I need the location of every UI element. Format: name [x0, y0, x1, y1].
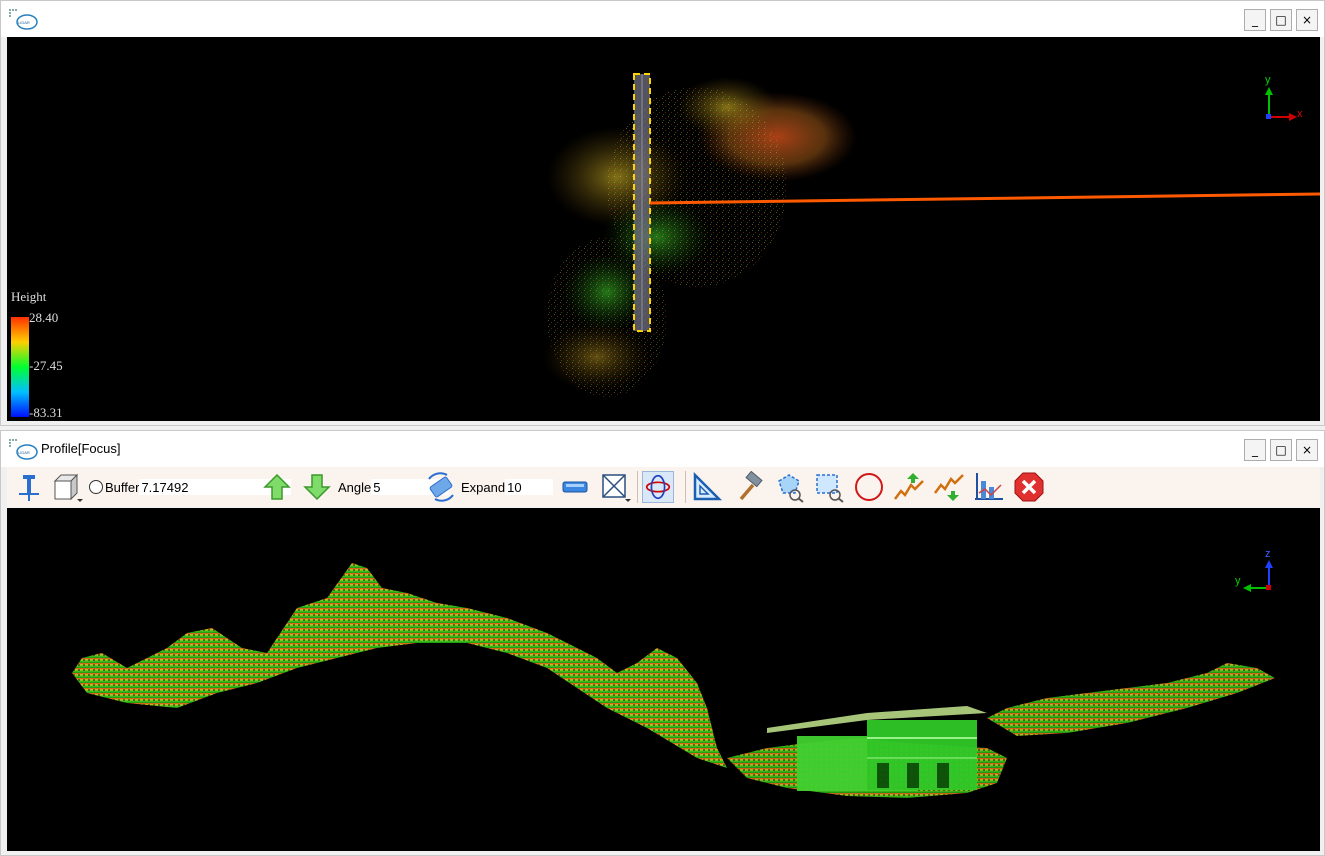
minimize-button[interactable]: _	[1244, 9, 1266, 31]
lower-button[interactable]	[933, 467, 965, 507]
circle-icon	[855, 473, 883, 501]
profile-window-title: Profile[Focus]	[41, 441, 121, 456]
profile-window-titlebar: LIDAR Profile[Focus] _ □ ×	[1, 431, 1324, 467]
hammer-button[interactable]	[733, 467, 765, 507]
axis-x-label: x	[1297, 108, 1303, 120]
maximize-button[interactable]: □	[1270, 439, 1292, 461]
chart-button[interactable]	[973, 467, 1005, 507]
rotate-icon	[428, 472, 454, 502]
minimize-button[interactable]: _	[1244, 439, 1266, 461]
chart-icon	[975, 473, 1003, 500]
pin-button[interactable]	[13, 467, 45, 507]
frame-dropdown[interactable]	[599, 467, 631, 507]
buffer-label: Buffer	[105, 479, 140, 495]
terrain-profile-left	[72, 563, 727, 768]
up-arrow-icon	[263, 473, 291, 500]
axis-z-label: z	[1265, 548, 1271, 560]
lidar-app-logo-icon: LIDAR	[9, 9, 38, 30]
axis-gizmo: y x	[1265, 74, 1303, 121]
terrain-profile-right	[987, 663, 1275, 736]
circle-select-button[interactable]	[853, 467, 885, 507]
maximize-icon: □	[1275, 443, 1287, 457]
toolbar-separator	[685, 471, 686, 503]
frame-icon	[602, 474, 631, 502]
expand-input[interactable]	[505, 479, 554, 495]
svg-text:LIDAR: LIDAR	[18, 450, 30, 455]
close-button[interactable]: ×	[1296, 9, 1318, 31]
move-up-button[interactable]	[261, 467, 293, 507]
axis-gizmo: z y	[1235, 548, 1273, 592]
profile-toolbar: Buffer Angle	[7, 467, 1320, 507]
section-rect-button[interactable]	[559, 467, 591, 507]
axis-y-label: y	[1235, 575, 1241, 587]
axis-y-label: y	[1265, 74, 1271, 86]
close-red-icon	[1014, 472, 1044, 502]
legend-title: Height	[11, 289, 47, 304]
polygon-select-button[interactable]	[773, 467, 805, 507]
measure-button[interactable]	[691, 467, 723, 507]
cube-view-icon	[53, 473, 83, 502]
top-view-window: LIDAR _ □ × y x Height 28.40 -27.45 -83.…	[0, 0, 1325, 426]
lower-icon	[934, 474, 964, 501]
top-window-titlebar: LIDAR _ □ ×	[1, 1, 1324, 37]
top-3d-viewport[interactable]: y x Height 28.40 -27.45 -83.31	[7, 37, 1320, 421]
svg-text:LIDAR: LIDAR	[18, 20, 30, 25]
rectangle-icon	[562, 481, 588, 493]
lidar-app-logo-icon: LIDAR	[9, 439, 38, 460]
view-cube-dropdown[interactable]	[51, 467, 83, 507]
toolbar-separator	[637, 471, 638, 503]
legend-min-value: -83.31	[29, 405, 63, 420]
minimize-icon: _	[1252, 13, 1258, 27]
close-icon: ×	[1301, 13, 1313, 27]
expand-label: Expand	[461, 479, 506, 495]
point-cloud-top-view: y x	[542, 73, 1320, 397]
legend-color-ramp	[11, 317, 29, 417]
maximize-icon: □	[1275, 13, 1287, 27]
close-icon: ×	[1301, 443, 1313, 457]
minimize-icon: _	[1252, 443, 1258, 457]
ruler-icon	[693, 471, 723, 501]
close-button[interactable]: ×	[1296, 439, 1318, 461]
raise-icon	[894, 473, 924, 500]
move-down-button[interactable]	[301, 467, 333, 507]
profile-viewport[interactable]: z y	[7, 508, 1320, 851]
raise-button[interactable]	[893, 467, 925, 507]
building-profile	[767, 706, 987, 791]
down-arrow-icon	[303, 474, 331, 501]
legend-max-value: 28.40	[29, 310, 59, 325]
expand-control: Expand	[459, 467, 554, 507]
polygon-select-icon	[778, 474, 804, 503]
close-profile-button[interactable]	[1013, 467, 1045, 507]
orbit-icon	[642, 471, 674, 503]
pin-icon	[19, 475, 39, 501]
legend-mid-value: -27.45	[29, 358, 63, 373]
orbit-button[interactable]	[642, 467, 674, 507]
hammer-icon	[739, 471, 763, 501]
rect-select-button[interactable]	[813, 467, 845, 507]
maximize-button[interactable]: □	[1270, 9, 1292, 31]
profile-window: LIDAR Profile[Focus] _ □ × Buffer 7.1749…	[0, 430, 1325, 856]
rotate-button[interactable]	[425, 467, 457, 507]
rect-select-icon	[816, 474, 844, 503]
angle-label: Angle	[338, 479, 372, 495]
buffer-radio[interactable]	[89, 480, 103, 494]
point-cloud-profile-view: z y	[72, 548, 1275, 798]
